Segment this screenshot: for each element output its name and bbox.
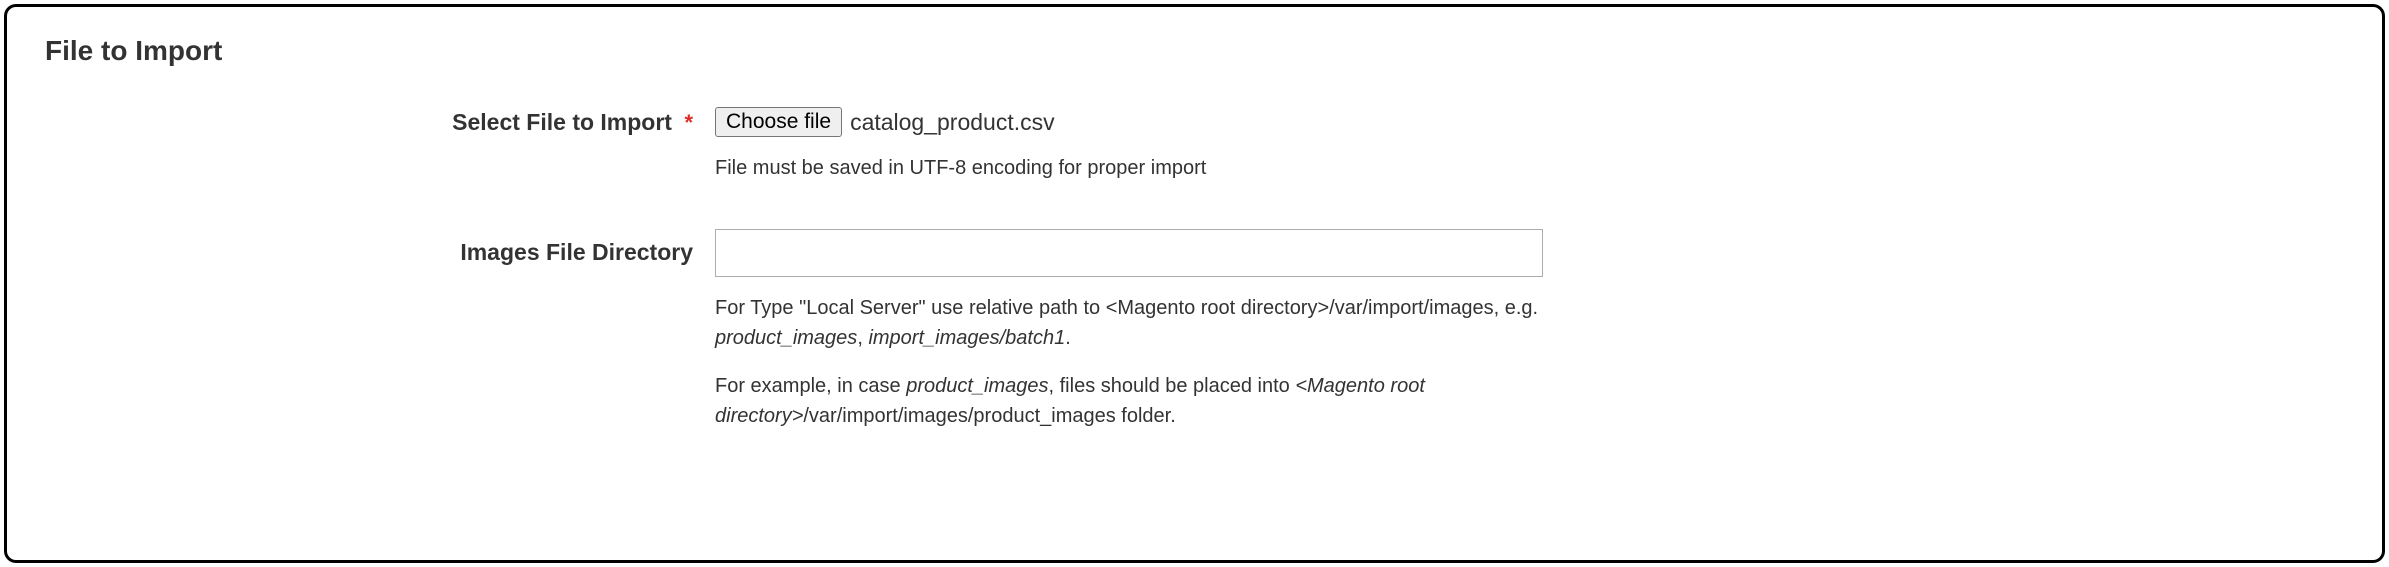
images-dir-label: Images File Directory [460,239,693,265]
images-dir-input[interactable] [715,229,1543,277]
note1-pre: For Type "Local Server" use relative pat… [715,297,1538,319]
select-file-label: Select File to Import [452,109,672,135]
select-file-label-col: Select File to Import * [45,107,703,136]
note2-end: /var/import/images/product_images folder… [803,405,1175,427]
note2-mid: , files should be placed into [1049,375,1296,397]
select-file-note: File must be saved in UTF-8 encoding for… [715,153,1545,183]
note1-em2: import_images/batch1 [868,327,1065,349]
select-file-row: Select File to Import * Choose file cata… [45,107,2344,183]
images-dir-note: For Type "Local Server" use relative pat… [715,293,1545,431]
note1-em1: product_images [715,327,857,349]
note1-end: . [1065,327,1071,349]
required-asterisk: * [684,110,693,136]
note2-em1: product_images [906,375,1048,397]
note2-pre: For example, in case [715,375,906,397]
file-chooser: Choose file catalog_product.csv [715,107,2344,137]
file-to-import-panel: File to Import Select File to Import * C… [4,4,2385,563]
select-file-input-col: Choose file catalog_product.csv File mus… [703,107,2344,183]
images-dir-row: Images File Directory For Type "Local Se… [45,229,2344,431]
chosen-file-name: catalog_product.csv [850,109,1055,136]
choose-file-button[interactable]: Choose file [715,107,842,137]
images-dir-label-col: Images File Directory [45,229,703,266]
images-dir-input-col: For Type "Local Server" use relative pat… [703,229,2344,431]
note1-mid: , [857,327,868,349]
panel-title: File to Import [45,35,2344,67]
